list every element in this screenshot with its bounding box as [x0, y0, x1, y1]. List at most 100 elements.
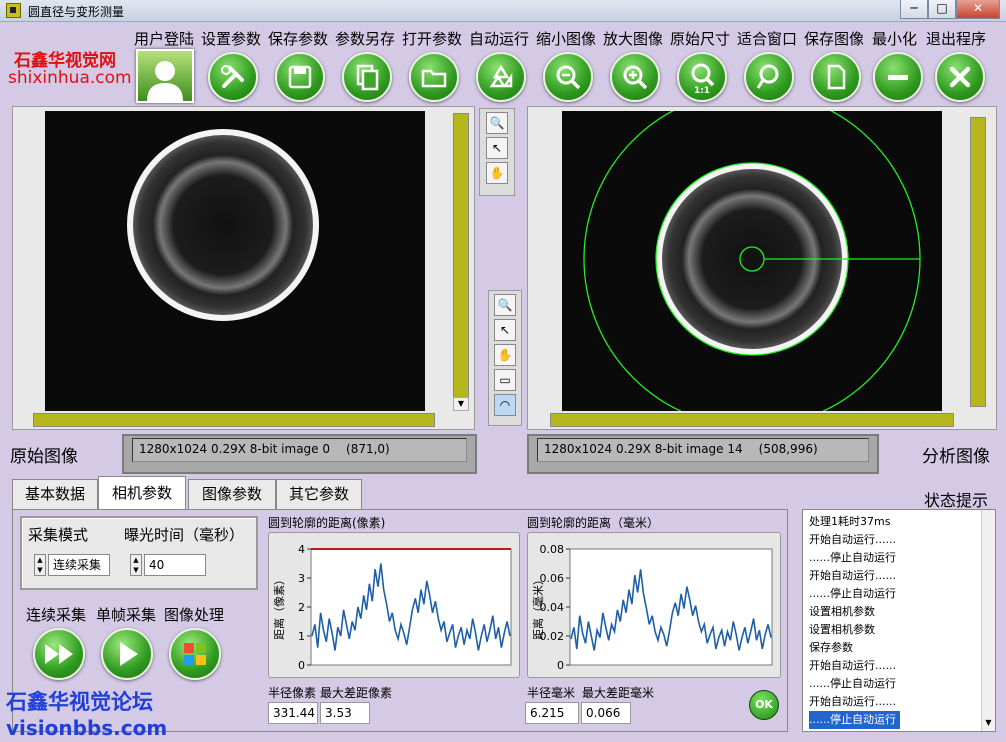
image-process-button[interactable]	[169, 628, 221, 680]
save-image-button[interactable]	[811, 52, 861, 102]
pointer-tool-icon[interactable]: ↖	[486, 137, 508, 159]
max-diff-mm-value: 0.066	[581, 702, 631, 724]
status-item[interactable]: ......停止自动运行	[803, 711, 995, 729]
exposure-spinner[interactable]: ▲ ▼	[130, 554, 142, 576]
zoom-in-icon	[623, 65, 648, 90]
mode-spinner[interactable]: ▲ ▼	[34, 554, 46, 576]
status-item[interactable]: 开始自动运行......	[803, 693, 995, 711]
exposure-input[interactable]: 40	[144, 554, 206, 576]
auto-run-button[interactable]	[476, 52, 526, 102]
max-diff-px-label: 最大差距像素	[320, 686, 393, 700]
annulus-tool-icon[interactable]: ◠	[494, 394, 516, 416]
status-item[interactable]: 保存参数	[803, 639, 995, 657]
scroll-down-arrow[interactable]: ▼	[982, 718, 995, 731]
toolbar-label-10: 保存图像	[804, 30, 865, 48]
status-item[interactable]: 开始自动运行......	[803, 531, 995, 549]
continuous-acquire-button[interactable]	[33, 628, 85, 680]
windows-logo-icon	[184, 643, 206, 665]
maximize-window-button[interactable]: □	[928, 0, 956, 19]
pointer-tool-icon[interactable]: ↖	[494, 319, 516, 341]
save-icon	[288, 65, 312, 89]
copy-icon	[356, 64, 379, 91]
max-diff-mm-label: 最大差距毫米	[582, 686, 655, 700]
user-icon	[147, 61, 183, 101]
settings-button[interactable]	[208, 52, 258, 102]
user-login-button[interactable]	[136, 49, 194, 103]
plot-area	[310, 548, 512, 666]
exit-button[interactable]	[935, 52, 985, 102]
y-tick-label: 1	[298, 630, 305, 643]
zoom-tool-icon[interactable]: 🔍	[494, 294, 516, 316]
horizontal-scrollbar[interactable]	[550, 413, 954, 427]
camera-settings-cluster: 采集模式 曝光时间（毫秒） ▲ ▼ 连续采集 ▲ ▼ 40	[20, 516, 258, 590]
toolbar-label-12: 退出程序	[926, 30, 987, 48]
process-label: 图像处理	[164, 606, 225, 624]
minimize-window-button[interactable]: ─	[900, 0, 928, 19]
status-item[interactable]: 开始自动运行......	[803, 567, 995, 585]
tools-icon	[221, 65, 244, 88]
status-scrollbar[interactable]: ▼	[981, 510, 995, 731]
tab-other-params[interactable]: 其它参数	[276, 479, 362, 509]
chart-px-frame: 0 1 2 3 4 距离（像素）	[268, 532, 520, 678]
single-acquire-button[interactable]	[101, 628, 153, 680]
pan-tool-icon[interactable]: ✋	[494, 344, 516, 366]
single-label: 单帧采集	[96, 606, 157, 624]
vertical-scrollbar[interactable]	[453, 113, 469, 409]
zoom-out-icon	[556, 65, 581, 90]
actual-size-button[interactable]: 1:1	[677, 52, 727, 102]
tab-image-params[interactable]: 图像参数	[188, 479, 276, 509]
zoom-out-button[interactable]	[543, 52, 593, 102]
y-tick-label: 2	[298, 601, 305, 614]
acquisition-mode-select[interactable]: 连续采集	[48, 554, 110, 576]
distance-mm-chart: 00.020.040.060.08距离（毫米）	[531, 543, 773, 672]
status-item[interactable]: 设置相机参数	[803, 621, 995, 639]
fast-forward-icon	[45, 644, 73, 664]
minimize-button[interactable]	[873, 52, 923, 102]
status-list[interactable]: 处理1耗时37ms 开始自动运行...... ......停止自动运行 开始自动运行.…	[802, 509, 996, 732]
toolbar-label-7: 放大图像	[603, 30, 664, 48]
fit-window-button[interactable]	[744, 52, 794, 102]
exposure-label: 曝光时间（毫秒）	[124, 526, 245, 544]
rectangle-tool-icon[interactable]: ▭	[494, 369, 516, 391]
close-icon	[949, 66, 971, 88]
save-params-button[interactable]	[275, 52, 325, 102]
original-image-display[interactable]: ▼	[12, 106, 475, 430]
status-item-selected[interactable]: ......停止自动运行	[809, 711, 900, 729]
y-tick-label: 3	[298, 572, 305, 585]
window-title: 圆直径与变形测量	[28, 5, 125, 19]
play-icon	[120, 642, 138, 666]
left-tool-palette: 🔍 ↖ ✋	[479, 108, 515, 196]
status-item[interactable]: ......停止自动运行	[803, 675, 995, 693]
y-axis-label: 距离（像素）	[272, 574, 286, 640]
scroll-down-arrow[interactable]: ▼	[453, 397, 469, 411]
toolbar-label-0: 用户登陆	[134, 30, 195, 48]
toolbar-label-4: 打开参数	[402, 30, 463, 48]
horizontal-scrollbar[interactable]	[33, 413, 435, 427]
toolbar-label-11: 最小化	[872, 30, 918, 48]
save-as-button[interactable]	[342, 52, 392, 102]
status-item[interactable]: 开始自动运行......	[803, 657, 995, 675]
tab-basic-data[interactable]: 基本数据	[12, 479, 98, 509]
open-params-button[interactable]	[409, 52, 459, 102]
status-item[interactable]: ......停止自动运行	[803, 585, 995, 603]
close-window-button[interactable]: ✕	[956, 0, 1000, 19]
cursor-coords: (508,996)	[758, 442, 818, 456]
max-diff-px-value: 3.53	[320, 702, 370, 724]
status-item[interactable]: ......停止自动运行	[803, 549, 995, 567]
status-title: 状态提示	[924, 491, 989, 510]
forum-watermark-url: visionbbs.com	[6, 716, 168, 740]
tab-camera-params[interactable]: 相机参数	[98, 476, 186, 510]
vertical-scrollbar[interactable]	[970, 117, 986, 407]
chart-mm-title: 圆到轮廓的距离（毫米）	[527, 516, 660, 530]
right-tool-palette: 🔍 ↖ ✋ ▭ ◠	[488, 290, 522, 426]
zoom-tool-icon[interactable]: 🔍	[486, 112, 508, 134]
analysis-image-display[interactable]	[527, 90, 997, 430]
original-image	[45, 111, 425, 411]
toolbar-label-8: 原始尺寸	[670, 30, 731, 48]
zoom-in-button[interactable]	[610, 52, 660, 102]
ok-indicator: OK	[749, 690, 779, 720]
status-item[interactable]: 设置相机参数	[803, 603, 995, 621]
status-item[interactable]: 处理1耗时37ms	[803, 513, 995, 531]
pan-tool-icon[interactable]: ✋	[486, 162, 508, 184]
radius-px-label: 半径像素	[268, 686, 317, 700]
